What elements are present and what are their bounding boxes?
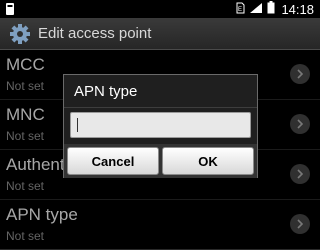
- sim-icon: E: [236, 2, 245, 17]
- status-bar: E 14:18: [0, 0, 320, 18]
- signal-icon: [249, 2, 263, 17]
- apn-type-input[interactable]: [70, 112, 251, 138]
- apn-type-dialog: APN type Cancel OK: [63, 74, 258, 178]
- app-bar: Edit access point: [0, 18, 320, 50]
- dialog-title: APN type: [74, 83, 138, 100]
- text-cursor: [77, 118, 78, 132]
- page-title: Edit access point: [38, 25, 152, 42]
- battery-icon: [267, 1, 275, 17]
- dialog-button-bar: Cancel OK: [64, 144, 257, 178]
- gear-icon: [8, 22, 32, 46]
- ok-button[interactable]: OK: [162, 147, 254, 175]
- usb-notification-icon: [5, 2, 15, 19]
- clock: 14:18: [281, 1, 314, 17]
- svg-text:E: E: [238, 7, 242, 13]
- dialog-divider: [64, 107, 257, 108]
- cancel-button[interactable]: Cancel: [67, 147, 159, 175]
